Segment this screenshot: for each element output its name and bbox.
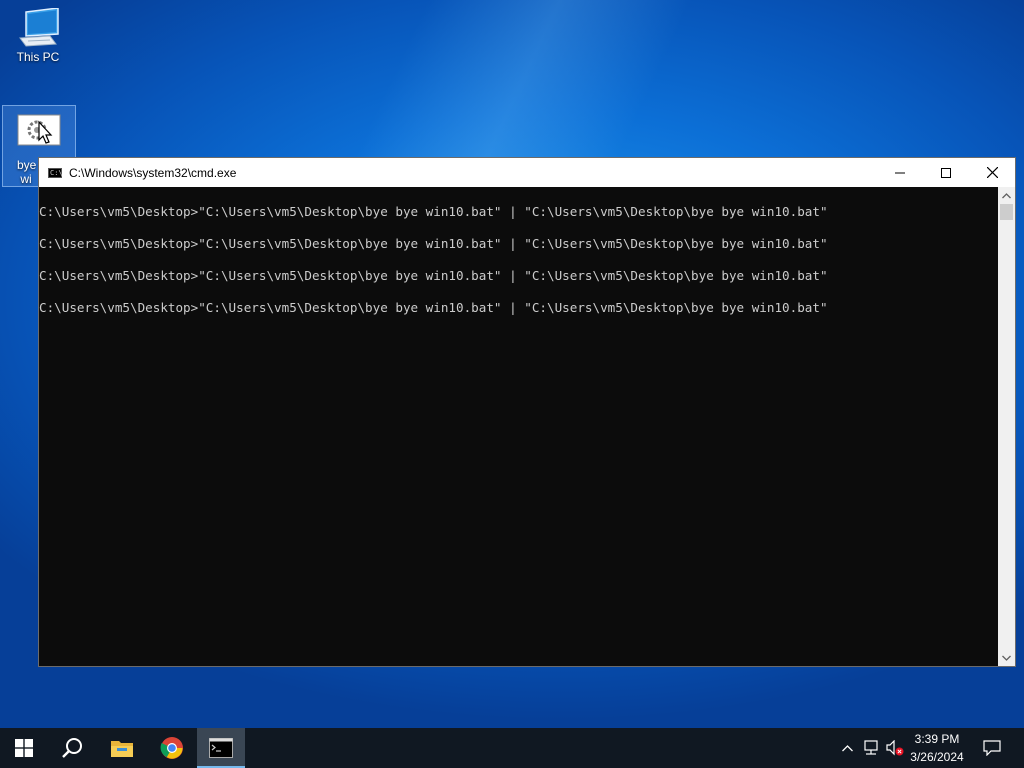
console-line: C:\Users\vm5\Desktop>"C:\Users\vm5\Deskt… <box>39 204 828 219</box>
taskbar: 3:39 PM 3/26/2024 <box>0 728 1024 768</box>
desktop-icon-this-pc[interactable]: This PC <box>8 7 68 64</box>
title-bar[interactable]: C:\ C:\Windows\system32\cmd.exe <box>39 158 1015 187</box>
start-button[interactable] <box>0 728 48 768</box>
console-line: C:\Users\vm5\Desktop>"C:\Users\vm5\Deskt… <box>39 268 828 283</box>
chevron-down-icon <box>1002 655 1011 661</box>
console-line: C:\Users\vm5\Desktop>"C:\Users\vm5\Deskt… <box>39 236 828 251</box>
notification-icon <box>983 740 1001 756</box>
clock-date: 3/26/2024 <box>910 750 964 764</box>
minimize-button[interactable] <box>877 158 923 187</box>
scroll-up-button[interactable] <box>998 187 1015 204</box>
network-button[interactable] <box>860 728 882 768</box>
desktop-icon-label: This PC <box>16 50 60 64</box>
batch-file-icon <box>17 114 61 154</box>
chrome-button[interactable] <box>148 728 196 768</box>
maximize-icon <box>941 167 951 178</box>
minimize-icon <box>895 172 905 173</box>
system-clock[interactable]: 3:39 PM 3/26/2024 <box>902 730 972 766</box>
window-title: C:\Windows\system32\cmd.exe <box>69 165 237 180</box>
file-explorer-button[interactable] <box>98 728 146 768</box>
file-explorer-icon <box>111 741 133 757</box>
windows-logo-icon <box>15 739 33 757</box>
chevron-up-icon <box>1002 192 1011 198</box>
chevron-up-icon <box>841 744 853 751</box>
cmd-window[interactable]: C:\ C:\Windows\system32\cmd.exe C:\Users… <box>38 157 1016 667</box>
network-icon <box>864 740 878 755</box>
maximize-button[interactable] <box>923 158 969 187</box>
cmd-title-icon: C:\ <box>48 167 63 178</box>
search-button[interactable] <box>48 728 96 768</box>
cmd-icon <box>209 738 233 758</box>
action-center-button[interactable] <box>976 728 1008 768</box>
show-hidden-icons-button[interactable] <box>838 728 856 768</box>
clock-time: 3:39 PM <box>914 732 960 746</box>
console-output[interactable]: C:\Users\vm5\Desktop>"C:\Users\vm5\Deskt… <box>39 187 998 666</box>
cmd-taskbar-button[interactable] <box>197 728 245 768</box>
close-icon <box>986 167 998 178</box>
scroll-down-button[interactable] <box>998 649 1015 666</box>
this-pc-icon <box>16 7 60 48</box>
close-button[interactable] <box>969 158 1015 187</box>
vertical-scrollbar[interactable] <box>998 187 1015 666</box>
scroll-thumb[interactable] <box>1000 204 1013 220</box>
console-line: C:\Users\vm5\Desktop>"C:\Users\vm5\Deskt… <box>39 300 828 315</box>
search-icon <box>62 738 82 758</box>
chrome-icon <box>160 737 183 759</box>
